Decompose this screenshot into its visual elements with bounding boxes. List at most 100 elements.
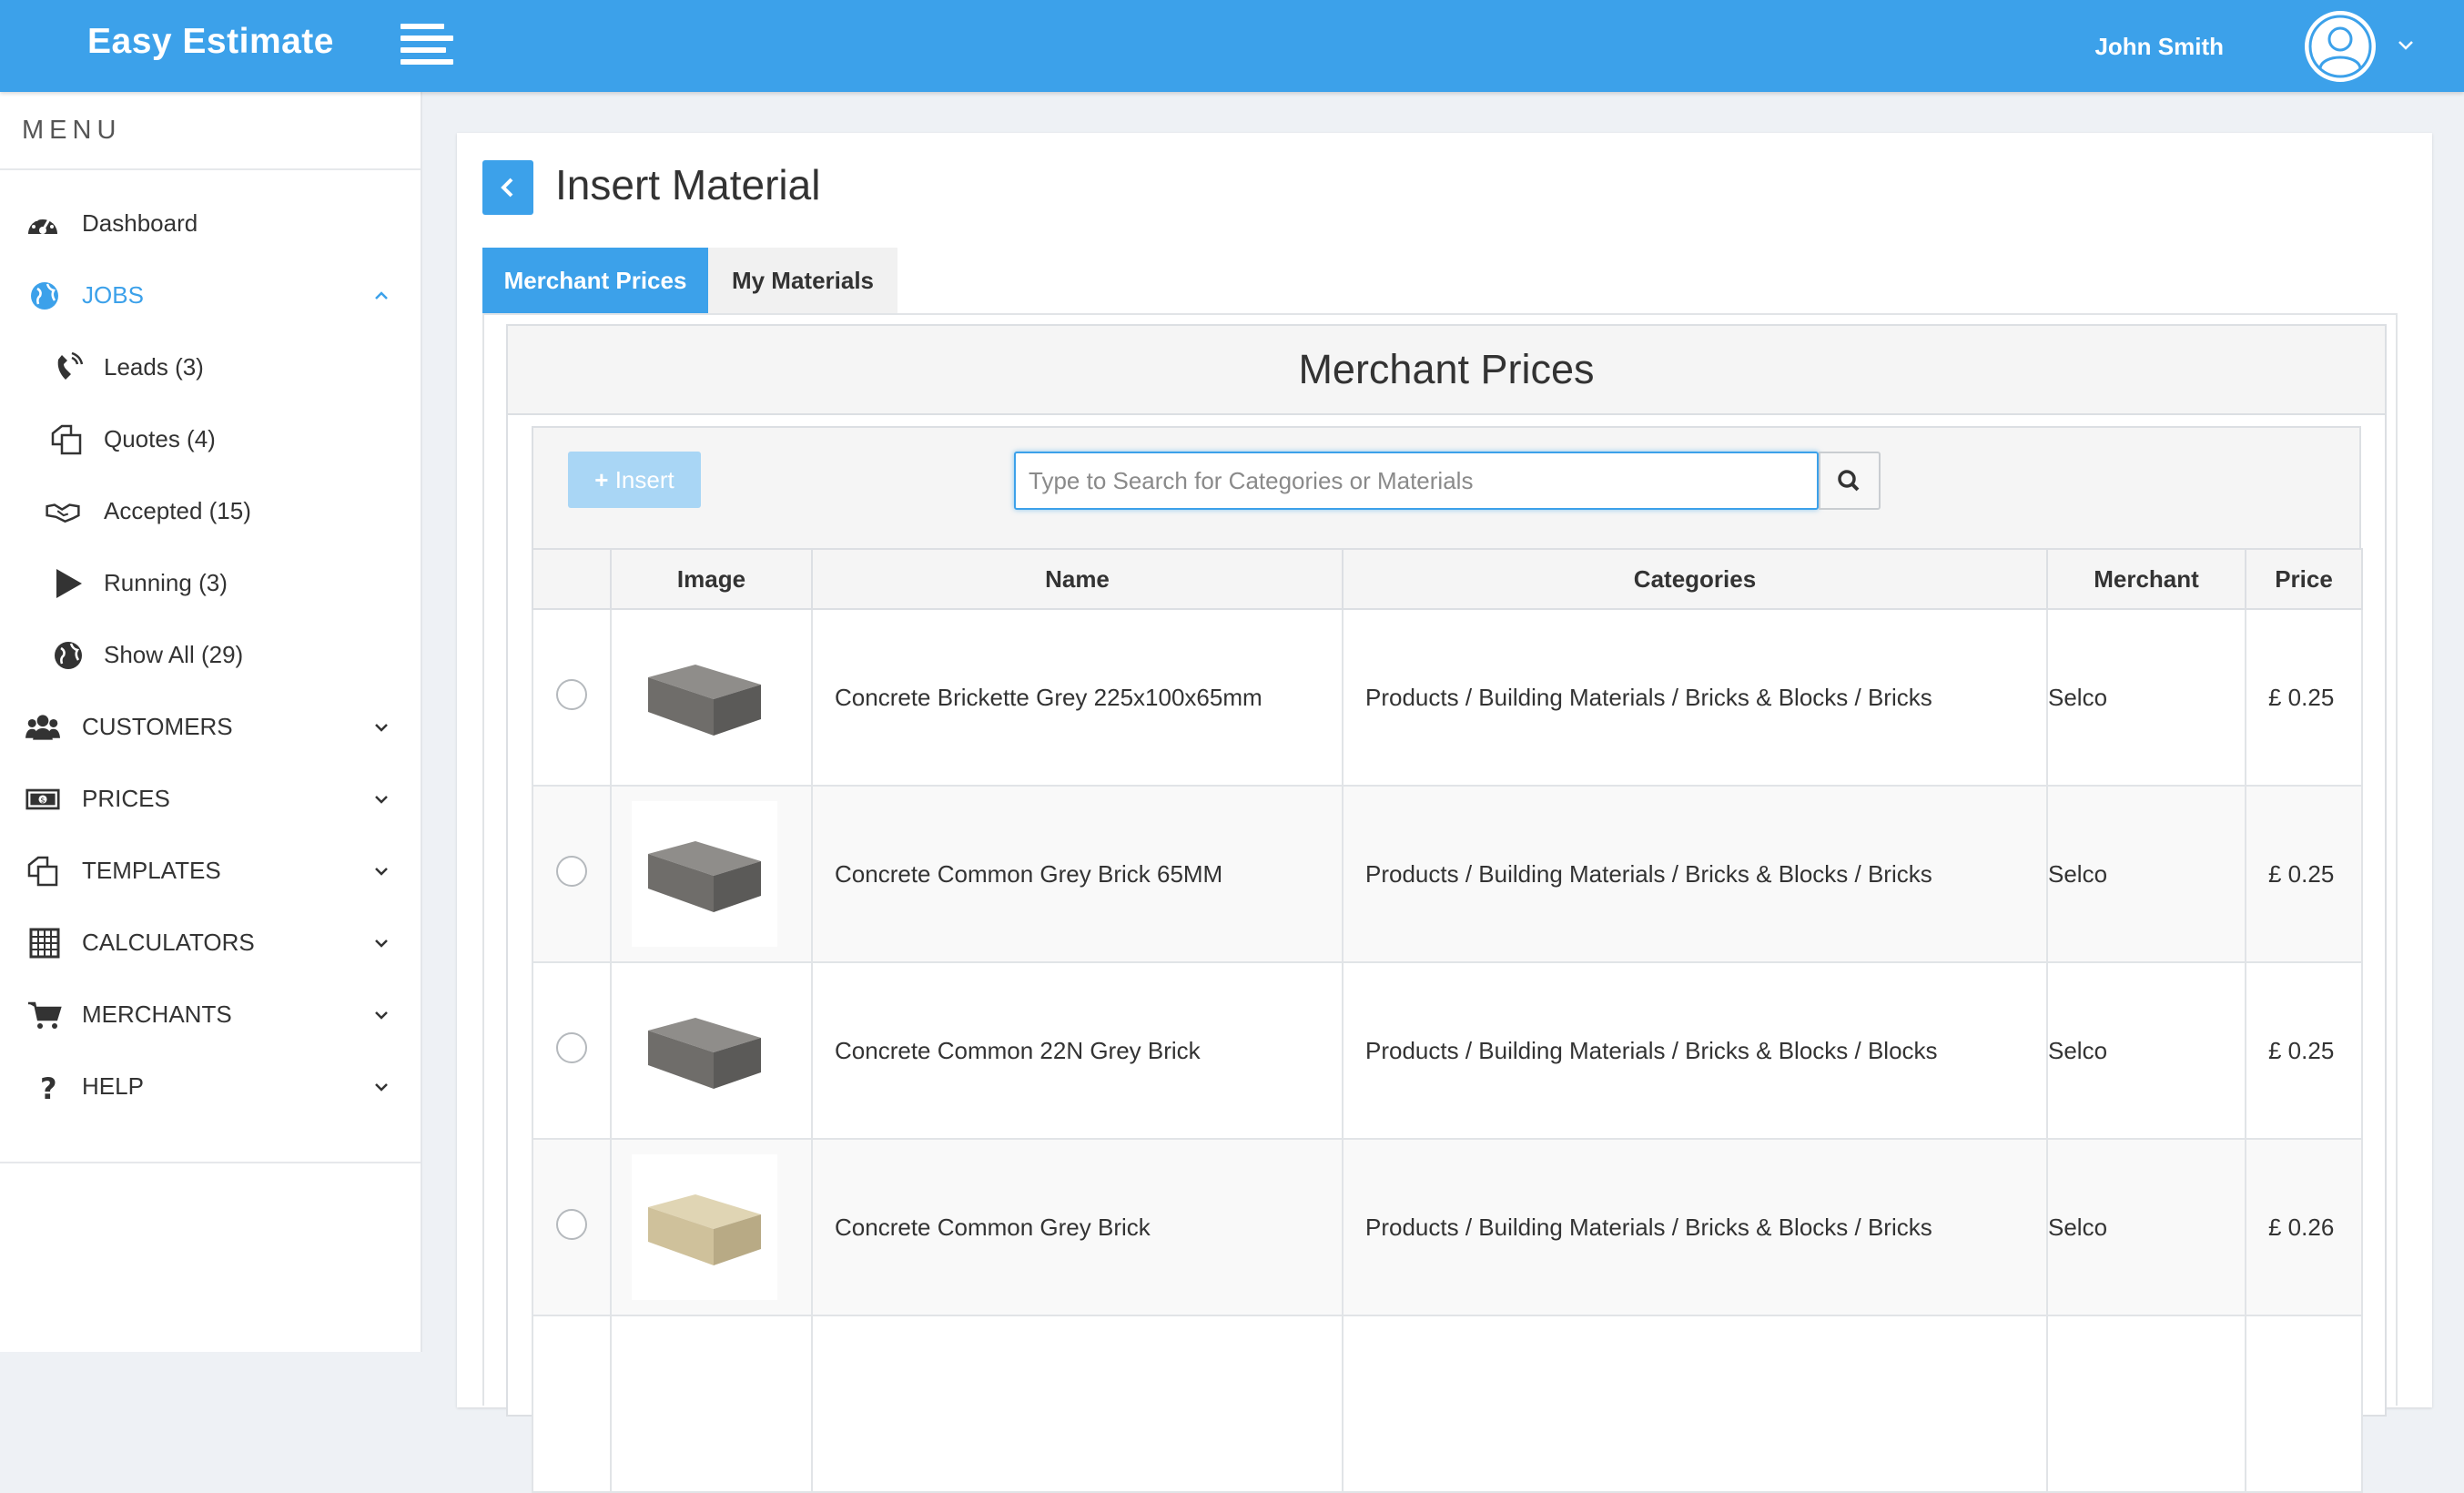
table-row[interactable]: Concrete Common Grey Brick 65MM Products…: [532, 785, 2363, 963]
search-button[interactable]: [1819, 452, 1881, 510]
table-row[interactable]: Concrete Common 22N Grey Brick Products …: [532, 961, 2363, 1140]
hamburger-menu-icon[interactable]: [401, 24, 453, 67]
back-button[interactable]: [482, 160, 533, 215]
tab-my-materials[interactable]: My Materials: [708, 248, 897, 313]
documents-icon: [27, 856, 58, 887]
search-icon: [1838, 470, 1860, 492]
search-input[interactable]: [1014, 452, 1819, 510]
sidebar-item-label: CALCULATORS: [82, 929, 255, 956]
plus-icon: +: [594, 466, 609, 493]
chevron-down-icon[interactable]: [371, 861, 391, 881]
buff-brick-image: [632, 1154, 777, 1300]
calculator-icon: [29, 928, 60, 959]
toolbar: + Insert: [532, 426, 2361, 550]
grey-brick-image: [632, 978, 777, 1123]
chevron-down-icon[interactable]: [371, 933, 391, 953]
user-avatar-icon[interactable]: [2305, 11, 2376, 82]
name-cell: Concrete Common Grey Brick 65MM: [811, 785, 1344, 963]
menu-divider: [0, 1162, 421, 1163]
column-header-price[interactable]: Price: [2245, 548, 2363, 610]
merchant-cell: Selco: [2046, 785, 2246, 963]
globe-icon: [31, 282, 58, 310]
sidebar-item-label: TEMPLATES: [82, 857, 221, 884]
sidebar-item-quotes[interactable]: Quotes (4): [0, 408, 421, 472]
top-bar: Easy Estimate John Smith: [0, 0, 2464, 92]
play-icon: [56, 569, 82, 598]
table-row[interactable]: [532, 1315, 2363, 1493]
sidebar-item-running[interactable]: Running (3): [0, 552, 421, 615]
categories-cell: Products / Building Materials / Bricks &…: [1342, 608, 2048, 787]
sidebar-item-customers[interactable]: CUSTOMERS: [0, 696, 421, 759]
merchant-cell: Selco: [2046, 961, 2246, 1140]
row-select-cell: [532, 785, 612, 963]
column-header-merchant[interactable]: Merchant: [2046, 548, 2246, 610]
name-cell: [811, 1315, 1344, 1493]
sidebar-item-label: Running (3): [104, 569, 228, 596]
row-select-cell: [532, 1315, 612, 1493]
page-title: Insert Material: [555, 161, 821, 208]
sidebar-item-label: Leads (3): [104, 353, 204, 381]
sidebar-item-accepted[interactable]: Accepted (15): [0, 480, 421, 543]
sidebar-item-merchants[interactable]: MERCHANTS: [0, 983, 421, 1047]
user-name[interactable]: John Smith: [2094, 33, 2224, 61]
image-cell: [610, 961, 813, 1140]
sidebar-item-show-all[interactable]: Show All (29): [0, 624, 421, 687]
image-cell: [610, 785, 813, 963]
categories-cell: Products / Building Materials / Bricks &…: [1342, 785, 2048, 963]
row-radio-button[interactable]: [556, 1208, 587, 1240]
sidebar-item-dashboard[interactable]: Dashboard: [0, 192, 421, 256]
column-header-image[interactable]: Image: [610, 548, 813, 610]
categories-cell: Products / Building Materials / Bricks &…: [1342, 1138, 2048, 1316]
chevron-down-icon[interactable]: [2396, 35, 2416, 55]
chevron-down-icon[interactable]: [371, 1077, 391, 1097]
column-header-name[interactable]: Name: [811, 548, 1344, 610]
grey-brick-image: [632, 625, 777, 770]
name-cell: Concrete Brickette Grey 225x100x65mm: [811, 608, 1344, 787]
insert-button-label: Insert: [614, 466, 674, 493]
users-icon: [25, 715, 60, 740]
sidebar-item-prices[interactable]: $ PRICES: [0, 767, 421, 831]
table-row[interactable]: Concrete Common Grey Brick Products / Bu…: [532, 1138, 2363, 1316]
handshake-icon: [46, 503, 80, 523]
chevron-down-icon[interactable]: [371, 789, 391, 809]
row-select-cell: [532, 961, 612, 1140]
cart-icon: [28, 1001, 62, 1029]
sidebar-item-label: Quotes (4): [104, 425, 216, 452]
image-cell: [610, 608, 813, 787]
sidebar-item-templates[interactable]: TEMPLATES: [0, 839, 421, 903]
table-row[interactable]: Concrete Brickette Grey 225x100x65mm Pro…: [532, 608, 2363, 787]
image-cell: [610, 1315, 813, 1493]
chevron-left-icon: [501, 178, 513, 198]
chevron-down-icon[interactable]: [371, 717, 391, 737]
chevron-down-icon[interactable]: [371, 1005, 391, 1025]
row-radio-button[interactable]: [556, 678, 587, 710]
column-header-categories[interactable]: Categories: [1342, 548, 2048, 610]
sidebar-item-leads[interactable]: Leads (3): [0, 336, 421, 400]
sidebar-item-label: CUSTOMERS: [82, 713, 233, 740]
sidebar-item-label: PRICES: [82, 785, 170, 812]
chevron-up-icon[interactable]: [371, 286, 391, 306]
phone-icon: [57, 352, 84, 380]
question-icon: ?: [40, 1072, 57, 1102]
sidebar: MENU Dashboard JOBS Leads (3) Quotes (4)…: [0, 92, 422, 1352]
documents-icon: [51, 424, 82, 455]
price-cell: £ 0.25: [2245, 608, 2363, 787]
brand-logo[interactable]: Easy Estimate: [87, 22, 334, 62]
row-radio-button[interactable]: [556, 1031, 587, 1063]
row-radio-button[interactable]: [556, 855, 587, 887]
image-cell: [610, 1138, 813, 1316]
row-select-cell: [532, 1138, 612, 1316]
categories-cell: Products / Building Materials / Bricks &…: [1342, 961, 2048, 1140]
select-column-header: [532, 548, 612, 610]
name-cell: Concrete Common Grey Brick: [811, 1138, 1344, 1316]
merchant-cell: [2046, 1315, 2246, 1493]
materials-table: Image Name Categories Merchant Price Con…: [532, 548, 2363, 1493]
price-cell: £ 0.26: [2245, 1138, 2363, 1316]
sidebar-item-help[interactable]: ? HELP: [0, 1055, 421, 1119]
sidebar-item-jobs[interactable]: JOBS: [0, 264, 421, 328]
tab-merchant-prices[interactable]: Merchant Prices: [482, 248, 708, 313]
sidebar-item-calculators[interactable]: CALCULATORS: [0, 911, 421, 975]
insert-button[interactable]: + Insert: [568, 452, 701, 508]
row-select-cell: [532, 608, 612, 787]
price-cell: £ 0.25: [2245, 785, 2363, 963]
